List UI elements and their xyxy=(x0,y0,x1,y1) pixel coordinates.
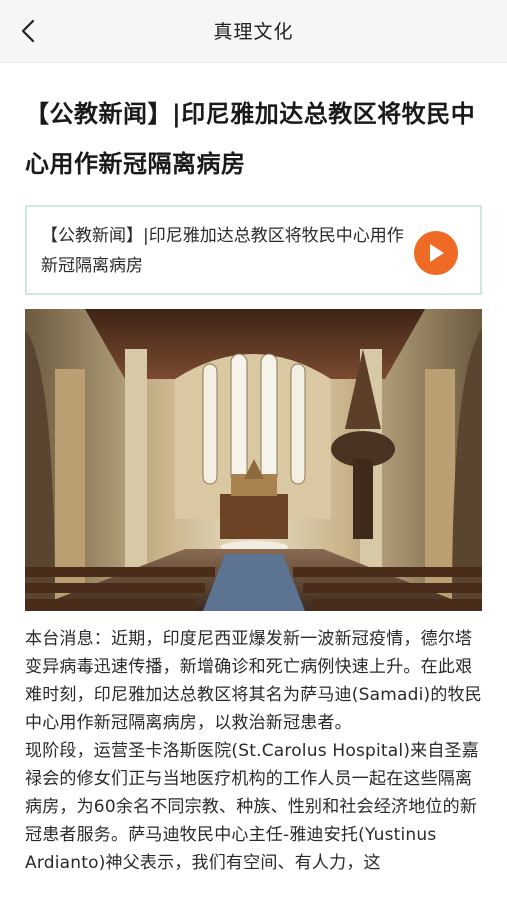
article-title: 【公教新闻】|印尼雅加达总教区将牧民中心用作新冠隔离病房 xyxy=(25,100,476,178)
audio-player-card[interactable]: 【公教新闻】|印尼雅加达总教区将牧民中心用作新冠隔离病房 xyxy=(25,205,482,295)
page-title: 真理文化 xyxy=(213,21,294,43)
top-nav-bar: 真理文化 xyxy=(0,0,507,63)
cathedral-interior-photo xyxy=(25,309,482,611)
article-content: 【公教新闻】|印尼雅加达总教区将牧民中心用作新冠隔离病房 【公教新闻】|印尼雅加… xyxy=(0,89,507,877)
play-icon xyxy=(430,244,444,262)
play-button[interactable] xyxy=(414,231,458,275)
article-paragraph: 本台消息：近期，印度尼西亚爆发新一波新冠疫情，德尔塔变异病毒迅速传播，新增确诊和… xyxy=(25,629,482,733)
audio-title: 【公教新闻】|印尼雅加达总教区将牧民中心用作新冠隔离病房 xyxy=(41,226,404,276)
article-paragraph: 现阶段，运营圣卡洛斯医院(St.Carolus Hospital)来自圣嘉禄会的… xyxy=(25,741,479,873)
article-body: 本台消息：近期，印度尼西亚爆发新一波新冠疫情，德尔塔变异病毒迅速传播，新增确诊和… xyxy=(25,625,482,877)
